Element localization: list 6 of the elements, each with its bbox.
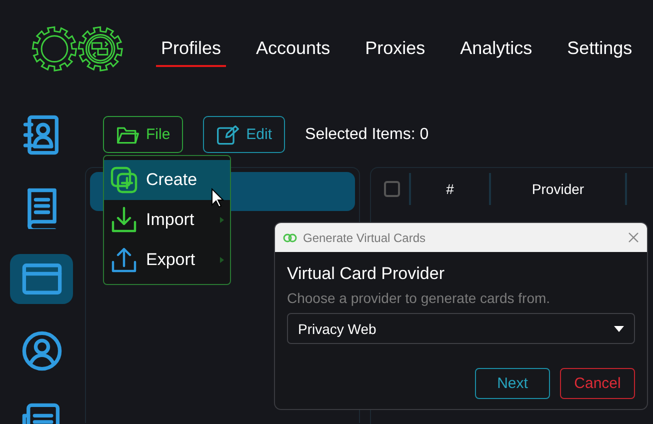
selected-items-count: Selected Items: 0 — [305, 126, 429, 144]
column-header: # — [409, 173, 489, 205]
dialog-description: Choose a provider to generate cards from. — [287, 290, 552, 306]
dialog-title: Generate Virtual Cards — [303, 230, 427, 244]
dialog-heading: Virtual Card Provider — [287, 264, 446, 284]
column-header: Provider — [489, 173, 625, 205]
